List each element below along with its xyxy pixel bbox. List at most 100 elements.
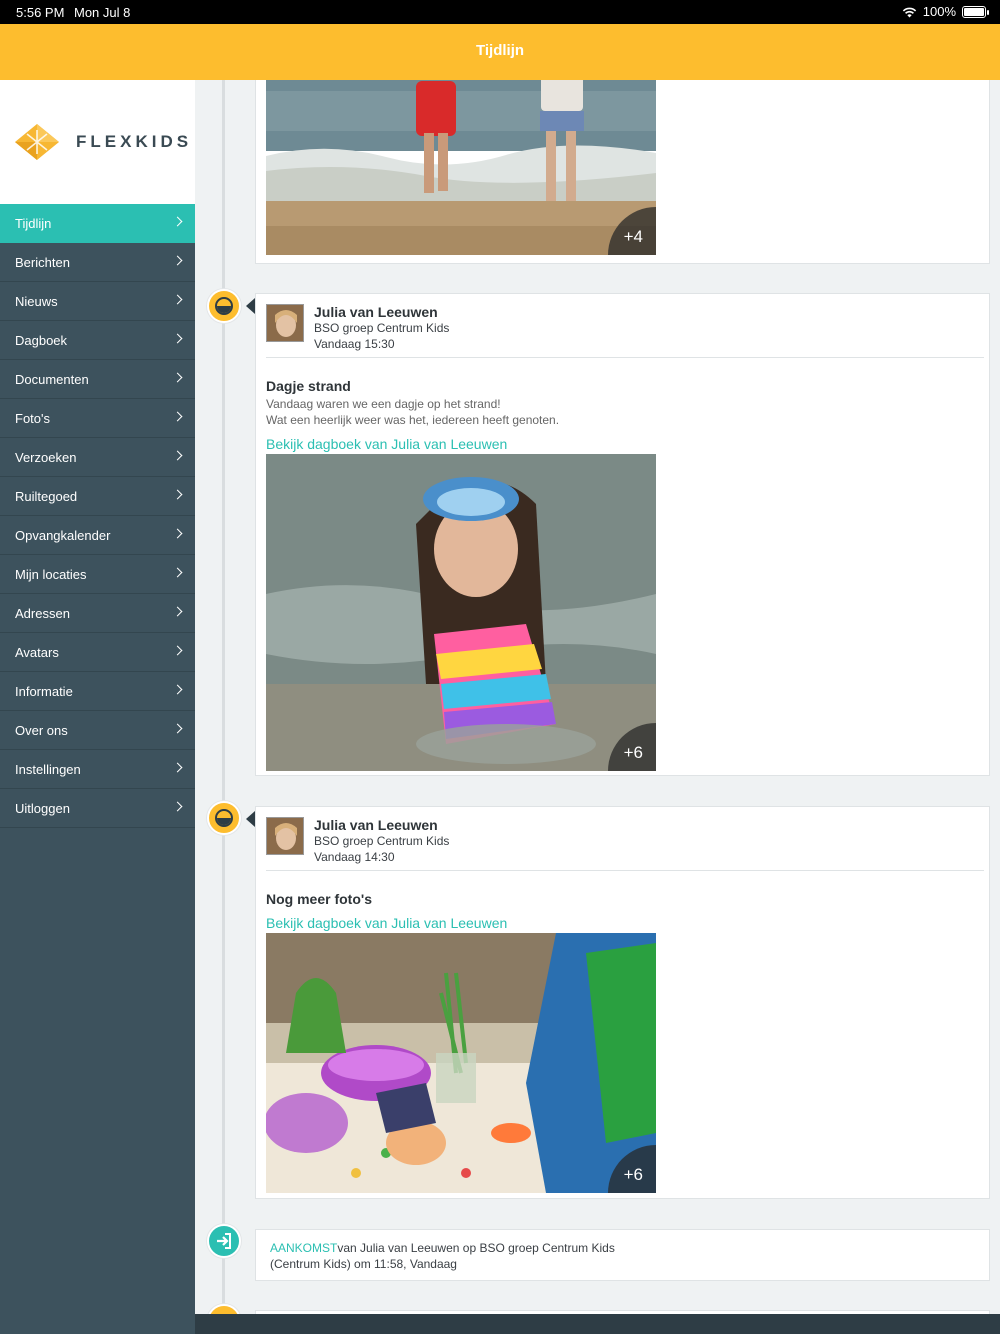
sidebar-item-mijn-locaties[interactable]: Mijn locaties [0, 555, 195, 594]
avatar [266, 817, 304, 855]
battery-percent: 100% [922, 4, 956, 19]
status-time: 5:56 PM [16, 5, 65, 20]
sidebar-item-nieuws[interactable]: Nieuws [0, 282, 195, 321]
post-header: Julia van Leeuwen BSO groep Centrum Kids… [266, 807, 984, 871]
page-title: Tijdlijn [475, 42, 525, 59]
post-body: Vandaag waren we een dagje op het strand… [266, 396, 989, 428]
chevron-right-icon [172, 489, 183, 500]
chevron-right-icon [172, 645, 183, 656]
sidebar: FLEXKIDS Tijdlijn Berichten Nieuws Dagboek D… [0, 80, 195, 1334]
card-pointer [246, 811, 255, 827]
sidebar-item-verzoeken[interactable]: Verzoeken [0, 438, 195, 477]
sidebar-item-foto-s[interactable]: Foto's [0, 399, 195, 438]
sidebar-item-label: Adressen [15, 605, 70, 621]
post-group: BSO groep Centrum Kids [314, 834, 450, 848]
arrival-card: AANKOMSTvan Julia van Leeuwen op BSO gro… [255, 1229, 990, 1281]
chevron-right-icon [172, 411, 183, 422]
post-photo[interactable]: +6 [266, 933, 656, 1193]
diary-marker-icon [207, 289, 241, 323]
timeline-card: +4 [255, 80, 990, 264]
sidebar-nav: Tijdlijn Berichten Nieuws Dagboek Documenten… [0, 204, 195, 828]
sidebar-item-berichten[interactable]: Berichten [0, 243, 195, 282]
diary-link[interactable]: Bekijk dagboek van Julia van Leeuwen [266, 915, 507, 931]
chevron-right-icon [172, 723, 183, 734]
sidebar-item-dagboek[interactable]: Dagboek [0, 321, 195, 360]
chevron-right-icon [172, 216, 183, 227]
sidebar-item-over-ons[interactable]: Over ons [0, 711, 195, 750]
post-photo[interactable]: +6 [266, 454, 656, 771]
arrival-text: AANKOMSTvan Julia van Leeuwen op BSO gro… [256, 1230, 989, 1282]
post-header: Julia van Leeuwen BSO groep Centrum Kids… [266, 294, 984, 358]
post-body-line: Wat een heerlijk weer was het, iedereen … [266, 413, 560, 427]
logo-area: FLEXKIDS [0, 80, 195, 204]
sidebar-item-documenten[interactable]: Documenten [0, 360, 195, 399]
sidebar-item-label: Uitloggen [15, 800, 70, 816]
app-header: Tijdlijn [0, 24, 1000, 80]
chevron-right-icon [172, 450, 183, 461]
sidebar-item-label: Foto's [15, 410, 50, 426]
post-author: Julia van Leeuwen [314, 304, 438, 320]
status-bar: 5:56 PM Mon Jul 8 100% [0, 0, 1000, 24]
sidebar-item-label: Nieuws [15, 293, 58, 309]
chevron-right-icon [172, 801, 183, 812]
sidebar-item-label: Informatie [15, 683, 73, 699]
status-date: Mon Jul 8 [74, 5, 131, 20]
sidebar-item-adressen[interactable]: Adressen [0, 594, 195, 633]
wifi-icon [902, 7, 916, 17]
cooking-photo [266, 933, 656, 1193]
chevron-right-icon [172, 255, 183, 266]
timeline-line [222, 80, 225, 1314]
sidebar-item-opvangkalender[interactable]: Opvangkalender [0, 516, 195, 555]
diary-link[interactable]: Bekijk dagboek van Julia van Leeuwen [266, 436, 507, 452]
arrival-line: (Centrum Kids) om 11:58, Vandaag [270, 1257, 457, 1271]
sidebar-item-avatars[interactable]: Avatars [0, 633, 195, 672]
timeline-card: Julia van Leeuwen BSO groep Centrum Kids… [255, 806, 990, 1199]
sidebar-item-label: Ruiltegoed [15, 488, 78, 504]
sidebar-item-label: Over ons [15, 722, 68, 738]
chevron-right-icon [172, 567, 183, 578]
status-right: 100% [902, 4, 989, 19]
sidebar-item-label: Mijn locaties [15, 566, 87, 582]
chevron-right-icon [172, 372, 183, 383]
chevron-right-icon [172, 294, 183, 305]
post-body-line: Vandaag waren we een dagje op het strand… [266, 397, 501, 411]
post-author: Julia van Leeuwen [314, 817, 438, 833]
sidebar-item-label: Berichten [15, 254, 70, 270]
chevron-right-icon [172, 333, 183, 344]
arrival-marker-icon [207, 1224, 241, 1258]
sidebar-item-instellingen[interactable]: Instellingen [0, 750, 195, 789]
flexkids-logo-icon [15, 124, 59, 160]
sidebar-item-uitloggen[interactable]: Uitloggen [0, 789, 195, 828]
beach-photo [266, 80, 656, 255]
chevron-right-icon [172, 606, 183, 617]
sidebar-item-label: Instellingen [15, 761, 81, 777]
chevron-right-icon [172, 528, 183, 539]
post-group: BSO groep Centrum Kids [314, 321, 450, 335]
sidebar-item-label: Tijdlijn [15, 215, 52, 231]
sidebar-item-informatie[interactable]: Informatie [0, 672, 195, 711]
sidebar-item-label: Dagboek [15, 332, 68, 348]
sidebar-item-label: Documenten [15, 371, 89, 387]
sidebar-item-ruiltegoed[interactable]: Ruiltegoed [0, 477, 195, 516]
battery-icon [962, 5, 989, 18]
chevron-right-icon [172, 762, 183, 773]
post-photo[interactable]: +4 [266, 80, 656, 255]
home-indicator-bar [195, 1314, 1000, 1334]
diary-marker-icon [207, 1304, 241, 1314]
sidebar-item-label: Verzoeken [15, 449, 77, 465]
timeline: +4 Julia van Leeuwen BSO groep Centrum K… [195, 80, 1000, 1314]
post-time: Vandaag 15:30 [314, 337, 395, 351]
brand-name: FLEXKIDS [76, 132, 193, 151]
timeline-card: Julia van Leeuwen BSO groep Centrum Kids… [255, 293, 990, 776]
girl-sea-photo [266, 454, 656, 771]
arrival-line: van Julia van Leeuwen op BSO groep Centr… [337, 1241, 615, 1255]
arrival-tag: AANKOMST [270, 1241, 338, 1255]
chevron-right-icon [172, 684, 183, 695]
sidebar-item-tijdlijn[interactable]: Tijdlijn [0, 204, 195, 243]
sidebar-item-label: Opvangkalender [15, 527, 111, 543]
post-title: Dagje strand [266, 378, 351, 394]
avatar [266, 304, 304, 342]
post-title: Nog meer foto's [266, 891, 373, 907]
card-pointer [246, 298, 255, 314]
diary-marker-icon [207, 801, 241, 835]
